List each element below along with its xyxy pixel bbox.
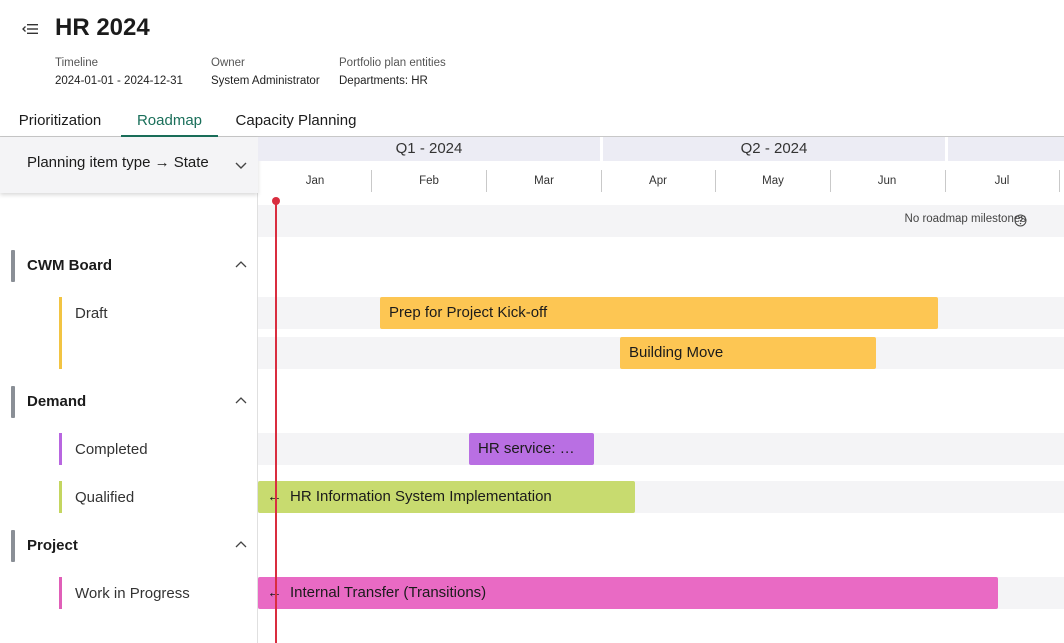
roadmap-item-label: Building Move — [629, 344, 724, 361]
timeline-label: Timeline — [55, 57, 99, 69]
milestone-note: No roadmap milestones — [904, 213, 1026, 225]
state-indicator-completed — [59, 433, 62, 465]
quarter-header-q2: Q2 - 2024 — [603, 137, 945, 161]
roadmap-item[interactable]: Prep for Project Kick-off — [380, 297, 938, 329]
plan-header: HR 2024 Timeline 2024-01-01 - 2024-12-31… — [0, 0, 1064, 100]
tab-capacity-planning[interactable]: Capacity Planning — [225, 104, 367, 137]
today-marker-dot — [272, 197, 280, 205]
roadmap-item-label: HR Information System Implementation — [290, 488, 552, 505]
grouping-label: Planning item type → State — [27, 154, 209, 171]
roadmap-row — [258, 433, 1064, 465]
page-title: HR 2024 — [55, 14, 150, 41]
quarter-header-q1: Q1 - 2024 — [258, 137, 600, 161]
entities-meta: Portfolio plan entities Departments: HR — [339, 54, 446, 90]
group-indicator — [11, 250, 15, 282]
chevron-up-icon[interactable] — [233, 257, 249, 273]
state-label-work-in-progress: Work in Progress — [75, 585, 190, 602]
quarter-header-q3 — [948, 137, 1064, 161]
month-label: May — [762, 175, 784, 187]
state-indicator-draft — [59, 297, 62, 369]
roadmap-item-label: Internal Transfer (Transitions) — [290, 584, 487, 601]
state-indicator-qualified — [59, 481, 62, 513]
grouping-panel: Planning item type → State CWM Board Dra… — [0, 137, 258, 643]
chevron-up-icon[interactable] — [233, 393, 249, 409]
chevron-up-icon[interactable] — [233, 537, 249, 553]
state-label-draft: Draft — [75, 305, 108, 322]
month-label: Apr — [649, 175, 667, 187]
entities-value: Departments: HR — [339, 75, 428, 87]
group-title-project: Project — [27, 537, 78, 554]
owner-value: System Administrator — [211, 75, 320, 87]
today-marker-line — [275, 201, 277, 643]
month-divider — [1059, 170, 1060, 192]
group-title-cwm-board: CWM Board — [27, 257, 112, 274]
roadmap-item[interactable]: ←Internal Transfer (Transitions) — [258, 577, 998, 609]
month-label: Jun — [877, 175, 897, 187]
group-indicator — [11, 386, 15, 418]
month-label: Feb — [419, 175, 439, 187]
roadmap-timeline: Q1 - 2024 Q2 - 2024 Jan Feb Mar Apr May … — [258, 137, 1064, 643]
owner-meta: Owner System Administrator — [211, 54, 320, 90]
group-indicator — [11, 530, 15, 562]
tab-prioritization[interactable]: Prioritization — [4, 104, 116, 137]
plan-tabs: Prioritization Roadmap Capacity Planning — [0, 104, 1064, 137]
roadmap-item-label: HR service: … — [478, 440, 575, 457]
help-circle-icon[interactable] — [1014, 214, 1027, 227]
group-title-demand: Demand — [27, 393, 87, 410]
chevron-down-icon — [235, 162, 247, 169]
roadmap-item-label: Prep for Project Kick-off — [389, 304, 548, 321]
roadmap-item[interactable]: HR service: … — [469, 433, 594, 465]
month-label: Jul — [994, 175, 1010, 187]
timeline-value: 2024-01-01 - 2024-12-31 — [55, 75, 183, 87]
month-label: Mar — [534, 175, 554, 187]
roadmap-item[interactable]: ←HR Information System Implementation — [258, 481, 635, 513]
month-label: Jan — [305, 175, 325, 187]
owner-label: Owner — [211, 57, 245, 69]
tab-roadmap[interactable]: Roadmap — [121, 104, 218, 137]
roadmap-item[interactable]: Building Move — [620, 337, 876, 369]
state-indicator-work-in-progress — [59, 577, 62, 609]
collapse-menu-icon[interactable] — [22, 22, 40, 36]
state-label-completed: Completed — [75, 441, 148, 458]
entities-label: Portfolio plan entities — [339, 57, 446, 69]
timeline-meta: Timeline 2024-01-01 - 2024-12-31 — [55, 54, 183, 90]
grouping-selector[interactable]: Planning item type → State — [0, 137, 258, 193]
state-label-qualified: Qualified — [75, 489, 135, 506]
